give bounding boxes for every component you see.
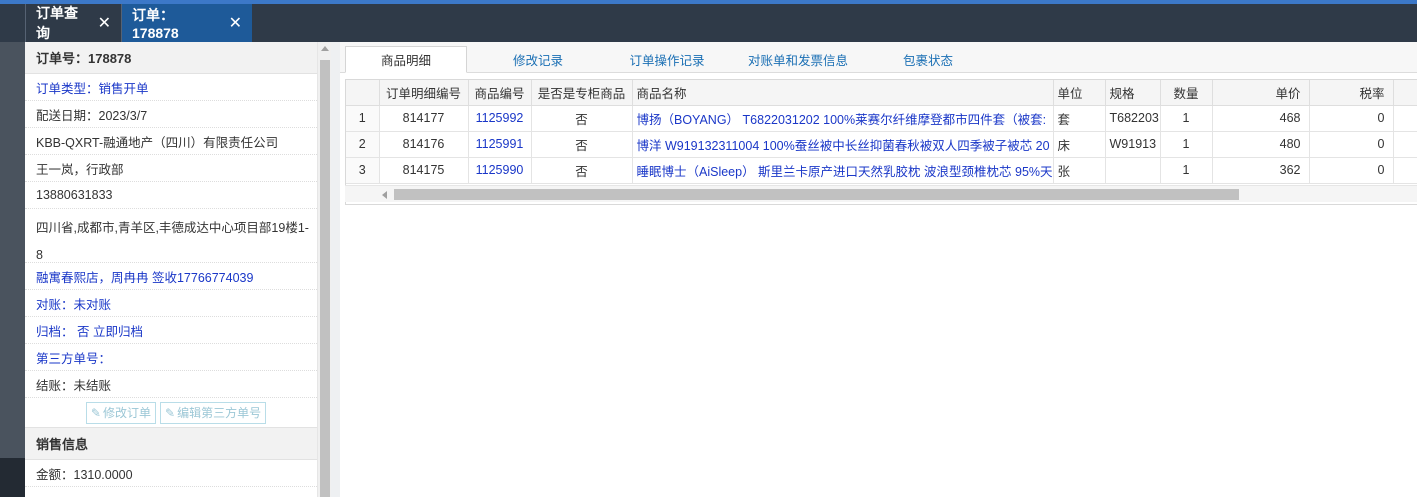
edit-third-party-label: 编辑第三方单号	[177, 406, 262, 420]
scroll-left-icon[interactable]	[382, 191, 387, 199]
third-party-number[interactable]: 第三方单号：	[25, 344, 317, 371]
delivery-date: 配送日期：2023/3/7	[25, 101, 317, 128]
tax-rate: 0	[1309, 157, 1394, 184]
tab-operation-log[interactable]: 订单操作记录	[606, 46, 728, 73]
row-index: 1	[346, 105, 380, 132]
unit-price: 362	[1212, 157, 1310, 184]
detail-id: 814177	[379, 105, 469, 132]
col-header-detail-id[interactable]: 订单明细编号	[379, 80, 469, 106]
table-row[interactable]: 2 814176 1125991 否 博洋 W919132311004 100%…	[346, 131, 1417, 158]
quantity: 1	[1160, 157, 1213, 184]
table-row[interactable]: 3 814175 1125990 否 睡眠博士（AiSleep） 斯里兰卡原产进…	[346, 157, 1417, 184]
contact-person: 王一岚，行政部	[25, 155, 317, 182]
edit-third-party-button[interactable]: ✎ 编辑第三方单号	[160, 401, 267, 424]
sales-amount: 金额：1310.0000	[25, 460, 317, 487]
overflow-cell	[1393, 157, 1417, 184]
tab-label: 订单查询	[36, 5, 78, 41]
product-id-link[interactable]: 1125992	[468, 105, 532, 132]
edit-icon: ✎	[165, 405, 176, 420]
unit-price: 480	[1212, 131, 1310, 158]
scroll-up-icon[interactable]	[321, 46, 329, 51]
archive-status[interactable]: 归档： 否 立即归档	[25, 317, 317, 344]
counter-product: 否	[531, 131, 633, 158]
detail-id: 814176	[379, 131, 469, 158]
counter-product: 否	[531, 157, 633, 184]
product-name-link[interactable]: 博扬（BOYANG） T6822031202 100%莱赛尔纤维摩登都市四件套（…	[632, 105, 1054, 132]
table-header-row: 订单明细编号 商品编号 是否是专柜商品 商品名称 单位 规格 数量 单价 税率	[346, 80, 1417, 106]
unit: 套	[1053, 105, 1106, 132]
overflow-cell	[1393, 131, 1417, 158]
col-header-product-id[interactable]: 商品编号	[468, 80, 532, 106]
unit: 床	[1053, 131, 1106, 158]
col-header-index	[346, 80, 380, 106]
edit-order-label: 修改订单	[102, 406, 151, 420]
col-header-quantity[interactable]: 数量	[1160, 80, 1213, 106]
overflow-cell	[1393, 105, 1417, 132]
order-number-header: 订单号：178878	[25, 42, 317, 74]
contact-phone: 13880631833	[25, 182, 317, 209]
panel-divider	[331, 42, 340, 497]
order-type[interactable]: 订单类型：销售开单	[25, 74, 317, 101]
row-index: 3	[346, 157, 380, 184]
unit: 张	[1053, 157, 1106, 184]
tab-label: 订单：178878	[132, 7, 179, 41]
detail-id: 814175	[379, 157, 469, 184]
product-name-link[interactable]: 博洋 W919132311004 100%蚕丝被中长丝抑菌春秋被双人四季被子被芯…	[632, 131, 1054, 158]
spec: W91913	[1105, 131, 1161, 158]
spec: T682203	[1105, 105, 1161, 132]
order-actions: ✎ 修改订单 ✎ 编辑第三方单号	[25, 398, 317, 428]
tab-product-details[interactable]: 商品明细	[345, 46, 467, 73]
detail-tab-bar: 商品明细 修改记录 订单操作记录 对账单和发票信息 包裹状态	[340, 42, 1417, 73]
tax-rate: 0	[1309, 131, 1394, 158]
col-header-counter-product[interactable]: 是否是专柜商品	[531, 80, 633, 106]
order-info-panel: 订单号：178878 订单类型：销售开单 配送日期：2023/3/7 KBB-Q…	[25, 42, 317, 497]
order-detail-main: 商品明细 修改记录 订单操作记录 对账单和发票信息 包裹状态 订单明细编号 商品…	[340, 42, 1417, 497]
counter-product: 否	[531, 105, 633, 132]
tab-package-status[interactable]: 包裹状态	[867, 46, 989, 73]
unit-price: 468	[1212, 105, 1310, 132]
tab-order-detail[interactable]: 订单：178878 ✕	[121, 4, 252, 42]
close-icon[interactable]: ✕	[229, 13, 242, 33]
product-table: 订单明细编号 商品编号 是否是专柜商品 商品名称 单位 规格 数量 单价 税率 …	[346, 80, 1417, 184]
tab-reconcile-invoice[interactable]: 对账单和发票信息	[736, 46, 860, 73]
sales-info-header: 销售信息	[25, 428, 317, 460]
col-header-overflow	[1393, 80, 1417, 106]
grid-horizontal-scrollbar[interactable]	[345, 185, 1417, 202]
top-tab-bar: 订单查询 ✕ 订单：178878 ✕	[0, 0, 1417, 42]
col-header-tax-rate[interactable]: 税率	[1309, 80, 1394, 106]
col-header-spec[interactable]: 规格	[1105, 80, 1161, 106]
close-icon[interactable]: ✕	[98, 13, 111, 33]
left-panel-scrollbar[interactable]	[317, 42, 331, 497]
product-id-link[interactable]: 1125991	[468, 131, 532, 158]
tab-change-log[interactable]: 修改记录	[477, 46, 599, 73]
col-header-unit-price[interactable]: 单价	[1212, 80, 1310, 106]
left-nav-strip-lower	[0, 458, 25, 497]
product-id-link[interactable]: 1125990	[468, 157, 532, 184]
scrollbar-thumb[interactable]	[394, 189, 1239, 200]
quantity: 1	[1160, 105, 1213, 132]
col-header-unit[interactable]: 单位	[1053, 80, 1106, 106]
edit-icon: ✎	[90, 405, 101, 420]
tax-rate: 0	[1309, 105, 1394, 132]
quantity: 1	[1160, 131, 1213, 158]
product-name-link[interactable]: 睡眠博士（AiSleep） 斯里兰卡原产进口天然乳胶枕 波浪型颈椎枕芯 95%天	[632, 157, 1054, 184]
scrollbar-thumb[interactable]	[320, 60, 330, 497]
table-row[interactable]: 1 814177 1125992 否 博扬（BOYANG） T682203120…	[346, 105, 1417, 132]
tab-order-query[interactable]: 订单查询 ✕	[25, 4, 121, 42]
row-index: 2	[346, 131, 380, 158]
settlement-status: 结账：未结账	[25, 371, 317, 398]
delivery-address: 四川省,成都市,青羊区,丰德成达中心项目部19楼1-8	[25, 209, 317, 263]
edit-order-button[interactable]: ✎ 修改订单	[85, 401, 156, 424]
left-nav-strip	[0, 42, 25, 497]
company-name: KBB-QXRT-融通地产（四川）有限责任公司	[25, 128, 317, 155]
col-header-product-name[interactable]: 商品名称	[632, 80, 1054, 106]
reconcile-status[interactable]: 对账：未对账	[25, 290, 317, 317]
spec	[1105, 157, 1161, 184]
